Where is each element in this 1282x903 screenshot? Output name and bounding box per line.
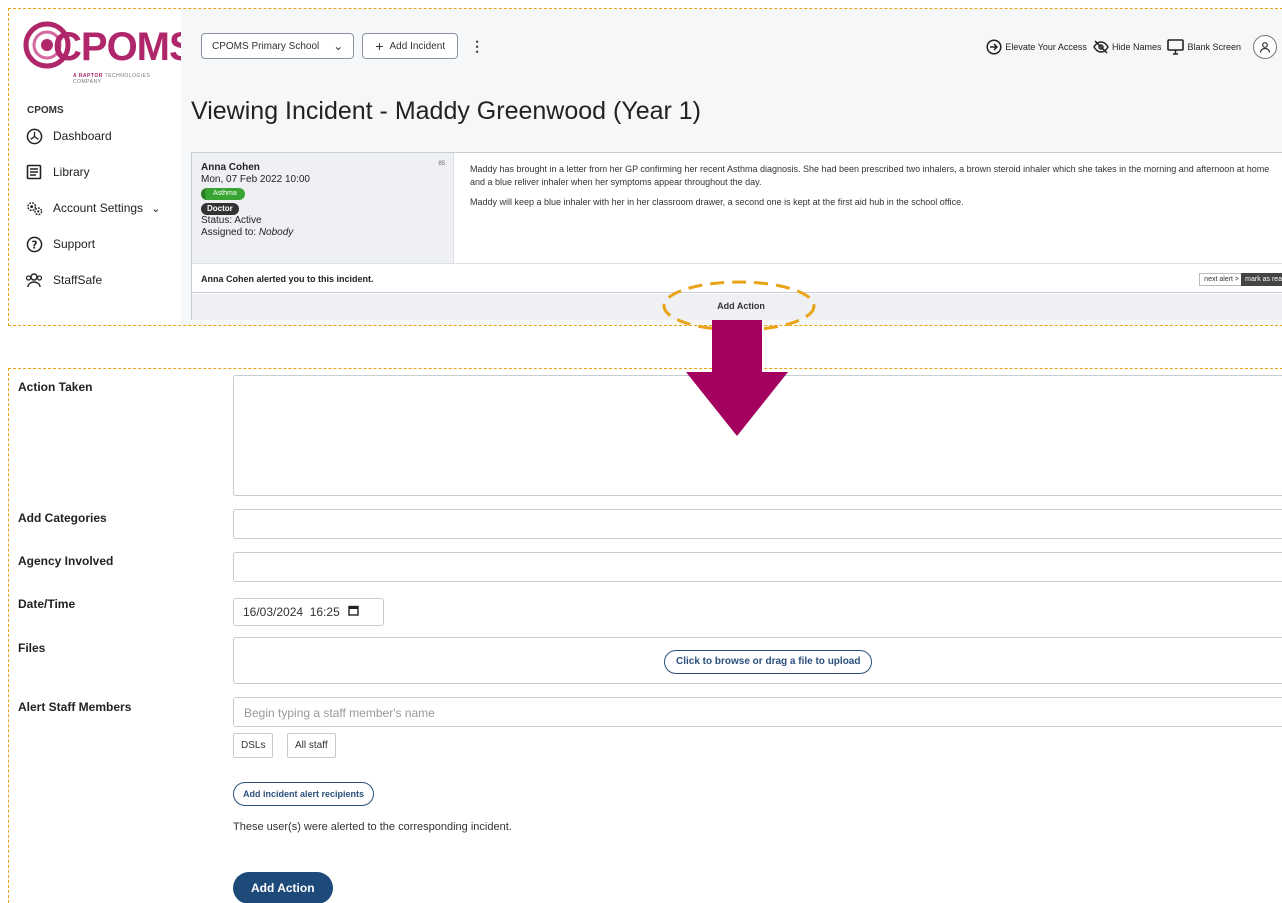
sidebar-item-library[interactable]: Library	[25, 159, 90, 185]
monitor-icon	[1167, 39, 1185, 55]
svg-text:?: ?	[31, 239, 37, 251]
help-icon: ?	[25, 235, 43, 253]
alerted-note: These user(s) were alerted to the corres…	[233, 821, 512, 833]
elevate-access-label: Elevate Your Access	[1005, 42, 1087, 52]
incident-status: Status: Active	[201, 215, 262, 226]
user-avatar-icon[interactable]	[1253, 35, 1277, 59]
sidebar-item-dashboard[interactable]: Dashboard	[25, 123, 112, 149]
logo-word: CPOMS	[53, 25, 196, 69]
sidebar: CPOMS A RAPTOR TECHNOLOGIES COMPANY CPOM…	[9, 9, 196, 325]
dashboard-icon	[25, 127, 43, 145]
agency-input[interactable]	[233, 552, 1282, 582]
hide-names-label: Hide Names	[1111, 42, 1162, 52]
categories-input[interactable]	[233, 509, 1282, 539]
calendar-icon[interactable]	[348, 605, 359, 619]
sidebar-item-staffsafe[interactable]: StaffSafe	[25, 267, 102, 293]
toolbar: CPOMS Primary School ⌄ + Add Incident ⋮	[201, 33, 484, 59]
more-options-icon[interactable]: ⋮	[470, 38, 484, 55]
incident-description: Maddy has brought in a letter from her G…	[470, 163, 1270, 216]
agency-tag: Doctor	[201, 203, 239, 215]
incident-date: Mon, 07 Feb 2022 10:00	[201, 174, 310, 185]
file-drop-zone[interactable]: Click to browse or drag a file to upload	[233, 637, 1282, 684]
alert-staff-label: Alert Staff Members	[18, 700, 132, 714]
sidebar-item-label: Library	[53, 165, 90, 179]
incident-paragraph: Maddy has brought in a letter from her G…	[470, 164, 1270, 187]
sidebar-item-label: Support	[53, 237, 96, 251]
action-taken-label: Action Taken	[18, 380, 93, 394]
eye-off-icon	[1093, 40, 1109, 54]
plus-icon: +	[375, 38, 384, 54]
add-incident-label: Add Incident	[389, 40, 446, 52]
add-incident-button[interactable]: + Add Incident	[362, 33, 459, 59]
datetime-input[interactable]: 16/03/2024 16:25	[233, 598, 384, 626]
incident-paragraph: Maddy will keep a blue inhaler with her …	[470, 197, 964, 207]
incident-author: Anna Cohen	[201, 162, 260, 173]
agency-label: Agency Involved	[18, 554, 114, 568]
sidebar-item-label: Dashboard	[53, 129, 112, 143]
categories-label: Add Categories	[18, 511, 107, 525]
sidebar-brand-label: CPOMS	[27, 105, 64, 116]
down-arrow-icon	[686, 320, 788, 436]
sidebar-item-label: StaffSafe	[53, 273, 103, 287]
incident-meta: Anna Cohen 85 Mon, 07 Feb 2022 10:00 Ast…	[192, 153, 454, 263]
sidebar-item-label: Account Settings	[53, 201, 144, 215]
chevron-down-icon: ⌄	[333, 39, 344, 53]
logo-tagline: A RAPTOR TECHNOLOGIES COMPANY	[73, 73, 151, 85]
school-select-value: CPOMS Primary School	[212, 40, 320, 52]
enter-icon	[986, 39, 1002, 55]
sidebar-item-support[interactable]: ? Support	[25, 231, 95, 257]
all-staff-button[interactable]: All staff	[287, 733, 336, 758]
datetime-value: 16/03/2024 16:25	[243, 605, 340, 619]
incident-id: 85	[438, 161, 445, 167]
staff-icon	[25, 271, 43, 289]
category-tag: Asthma	[201, 188, 245, 200]
gears-icon	[25, 199, 43, 217]
add-action-form: Action Taken Add Categories Agency Invol…	[8, 368, 1282, 903]
add-action-submit-button[interactable]: Add Action	[233, 872, 333, 903]
datetime-label: Date/Time	[18, 597, 76, 611]
incident-assigned: Assigned to: Nobody	[201, 227, 294, 238]
dsls-button[interactable]: DSLs	[233, 733, 274, 758]
elevate-access-button[interactable]: Elevate Your Access	[986, 39, 1087, 55]
upload-file-button[interactable]: Click to browse or drag a file to upload	[664, 650, 873, 674]
staff-search-placeholder: Begin typing a staff member's name	[244, 706, 435, 720]
next-alert-button[interactable]: next alert >	[1199, 273, 1244, 286]
files-label: Files	[18, 641, 46, 655]
chevron-down-icon: ⌄	[151, 202, 161, 215]
app-screenshot-panel: CPOMS A RAPTOR TECHNOLOGIES COMPANY CPOM…	[8, 8, 1282, 326]
sidebar-item-account-settings[interactable]: Account Settings ⌄	[25, 195, 160, 221]
blank-screen-label: Blank Screen	[1187, 42, 1241, 52]
page-title: Viewing Incident - Maddy Greenwood (Year…	[191, 97, 702, 125]
cpoms-logo: CPOMS A RAPTOR TECHNOLOGIES COMPANY	[23, 21, 196, 85]
toolbar-right: Elevate Your Access Hide Names Blank Scr…	[980, 35, 1277, 59]
hide-names-button[interactable]: Hide Names	[1093, 40, 1162, 54]
add-recipients-button[interactable]: Add incident alert recipients	[233, 782, 375, 806]
mark-as-read-button[interactable]: mark as read	[1241, 273, 1282, 286]
staff-search-input[interactable]: Begin typing a staff member's name ▾	[233, 697, 1282, 727]
alert-message: Anna Cohen alerted you to this incident.	[201, 274, 374, 284]
school-select[interactable]: CPOMS Primary School ⌄	[201, 33, 355, 59]
blank-screen-button[interactable]: Blank Screen	[1167, 39, 1241, 55]
book-icon	[25, 163, 43, 181]
